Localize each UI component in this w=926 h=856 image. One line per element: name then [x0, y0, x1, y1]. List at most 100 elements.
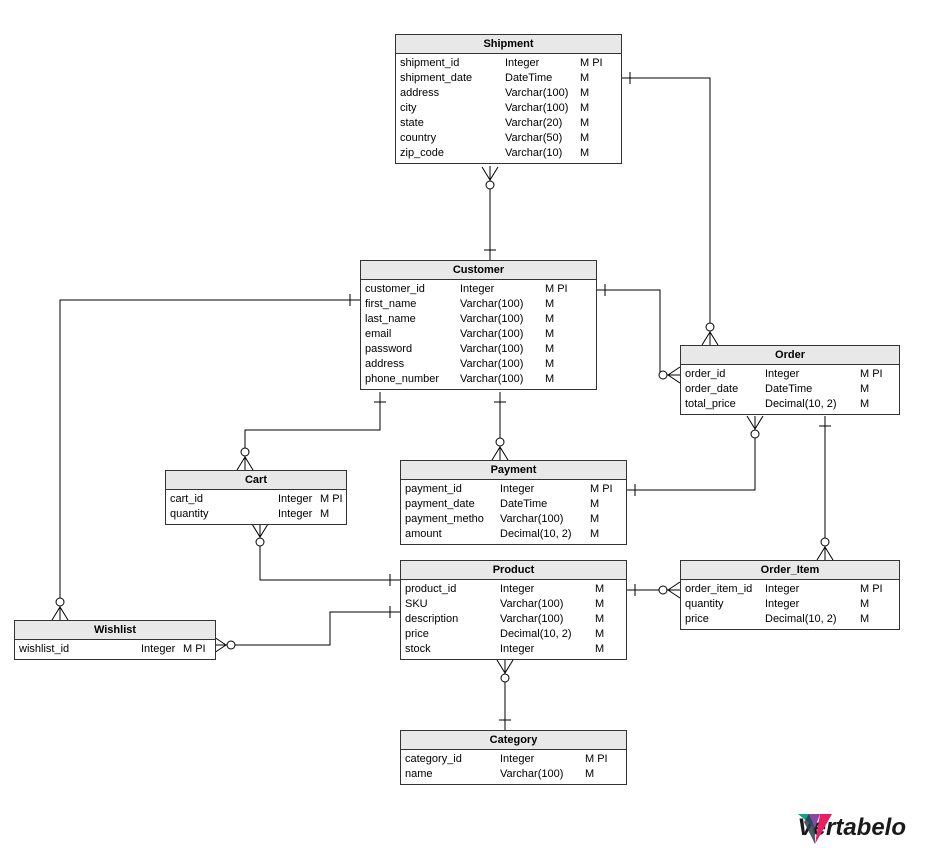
column-flags: M: [580, 101, 589, 116]
column-type: Varchar(100): [500, 597, 595, 612]
entity-product[interactable]: Productproduct_idIntegerMSKUVarchar(100)…: [400, 560, 627, 660]
column-name: country: [400, 131, 505, 146]
column-flags: M: [595, 597, 604, 612]
column-type: Integer: [141, 642, 183, 657]
column-name: address: [365, 357, 460, 372]
entity-columns: order_item_idIntegerM PIquantityIntegerM…: [681, 580, 899, 629]
column-type: Integer: [500, 482, 590, 497]
column-name: first_name: [365, 297, 460, 312]
column-type: Decimal(10, 2): [500, 627, 595, 642]
column-flags: M PI: [580, 56, 603, 71]
column-name: shipment_date: [400, 71, 505, 86]
column-flags: M: [545, 297, 554, 312]
column-row: product_idIntegerM: [405, 582, 622, 597]
entity-wishlist[interactable]: Wishlist wishlist_idIntegerM PI: [14, 620, 216, 660]
column-row: order_idIntegerM PI: [685, 367, 895, 382]
column-name: payment_date: [405, 497, 500, 512]
column-name: name: [405, 767, 500, 782]
column-flags: M: [545, 372, 554, 387]
column-name: password: [365, 342, 460, 357]
column-flags: M: [590, 512, 599, 527]
column-flags: M: [580, 146, 589, 161]
column-name: cart_id: [170, 492, 278, 507]
entity-customer[interactable]: Customer customer_idIntegerM PIfirst_name…: [360, 260, 597, 390]
column-type: Varchar(100): [460, 357, 545, 372]
column-row: amountDecimal(10, 2)M: [405, 527, 622, 542]
column-name: phone_number: [365, 372, 460, 387]
column-row: customer_idIntegerM PI: [365, 282, 592, 297]
rel-customer-order: [595, 290, 680, 375]
column-row: priceDecimal(10, 2)M: [685, 612, 895, 627]
column-type: Varchar(100): [505, 86, 580, 101]
entity-title: Customer: [361, 261, 596, 280]
column-name: description: [405, 612, 500, 627]
column-row: payment_methoVarchar(100)M: [405, 512, 622, 527]
column-type: Integer: [505, 56, 580, 71]
column-flags: M: [585, 767, 594, 782]
column-type: Varchar(10): [505, 146, 580, 161]
entity-shipment[interactable]: Shipmentshipment_idIntegerM PIshipment_d…: [395, 34, 622, 164]
entity-title: Order: [681, 346, 899, 365]
column-name: address: [400, 86, 505, 101]
column-name: order_item_id: [685, 582, 765, 597]
column-type: Varchar(100): [460, 297, 545, 312]
entity-title: Category: [401, 731, 626, 750]
column-flags: M PI: [320, 492, 343, 507]
column-row: zip_codeVarchar(10)M: [400, 146, 617, 161]
column-row: category_idIntegerM PI: [405, 752, 622, 767]
column-flags: M PI: [545, 282, 568, 297]
column-row: quantityIntegerM: [170, 507, 342, 522]
vertabelo-logo: Vertabelo: [798, 814, 906, 842]
column-type: Integer: [278, 507, 320, 522]
column-name: email: [365, 327, 460, 342]
column-name: payment_id: [405, 482, 500, 497]
column-type: Varchar(100): [500, 767, 585, 782]
column-flags: M: [595, 582, 604, 597]
column-row: quantityIntegerM: [685, 597, 895, 612]
column-type: Decimal(10, 2): [765, 612, 860, 627]
column-type: DateTime: [765, 382, 860, 397]
entity-cart[interactable]: Cartcart_idIntegerM PIquantityIntegerM: [165, 470, 347, 525]
column-row: last_nameVarchar(100)M: [365, 312, 592, 327]
entity-category[interactable]: Category category_idIntegerM PInameVarcha…: [400, 730, 627, 785]
vertabelo-icon: [798, 814, 832, 844]
entity-order_item[interactable]: Order_Itemorder_item_idIntegerM PIquanti…: [680, 560, 900, 630]
column-flags: M: [595, 642, 604, 657]
column-flags: M: [860, 597, 869, 612]
column-row: countryVarchar(50)M: [400, 131, 617, 146]
column-type: Varchar(50): [505, 131, 580, 146]
column-type: Decimal(10, 2): [765, 397, 860, 412]
column-row: first_nameVarchar(100)M: [365, 297, 592, 312]
column-row: stockIntegerM: [405, 642, 622, 657]
entity-title: Wishlist: [15, 621, 215, 640]
rel-cart-product: [260, 524, 400, 580]
entity-columns: shipment_idIntegerM PIshipment_dateDateT…: [396, 54, 621, 163]
column-type: Varchar(100): [500, 512, 590, 527]
column-row: payment_dateDateTimeM: [405, 497, 622, 512]
entity-columns: payment_idIntegerM PIpayment_dateDateTim…: [401, 480, 626, 544]
column-name: price: [685, 612, 765, 627]
column-type: Varchar(20): [505, 116, 580, 131]
column-row: total_priceDecimal(10, 2)M: [685, 397, 895, 412]
column-type: Varchar(100): [460, 372, 545, 387]
rel-customer-wishlist: [60, 300, 360, 620]
column-type: Integer: [500, 752, 585, 767]
column-flags: M PI: [590, 482, 613, 497]
column-flags: M: [580, 86, 589, 101]
column-flags: M: [545, 312, 554, 327]
column-flags: M: [590, 527, 599, 542]
column-row: priceDecimal(10, 2)M: [405, 627, 622, 642]
column-flags: M PI: [183, 642, 206, 657]
column-type: Integer: [765, 582, 860, 597]
column-row: addressVarchar(100)M: [365, 357, 592, 372]
entity-columns: cart_idIntegerM PIquantityIntegerM: [166, 490, 346, 524]
column-name: wishlist_id: [19, 642, 141, 657]
entity-columns: product_idIntegerMSKUVarchar(100)Mdescri…: [401, 580, 626, 659]
column-flags: M: [860, 612, 869, 627]
column-type: Integer: [460, 282, 545, 297]
column-name: quantity: [170, 507, 278, 522]
entity-payment[interactable]: Paymentpayment_idIntegerM PIpayment_date…: [400, 460, 627, 545]
entity-order[interactable]: Orderorder_idIntegerM PIorder_dateDateTi…: [680, 345, 900, 415]
rel-payment-order: [625, 416, 755, 490]
column-flags: M: [580, 116, 589, 131]
